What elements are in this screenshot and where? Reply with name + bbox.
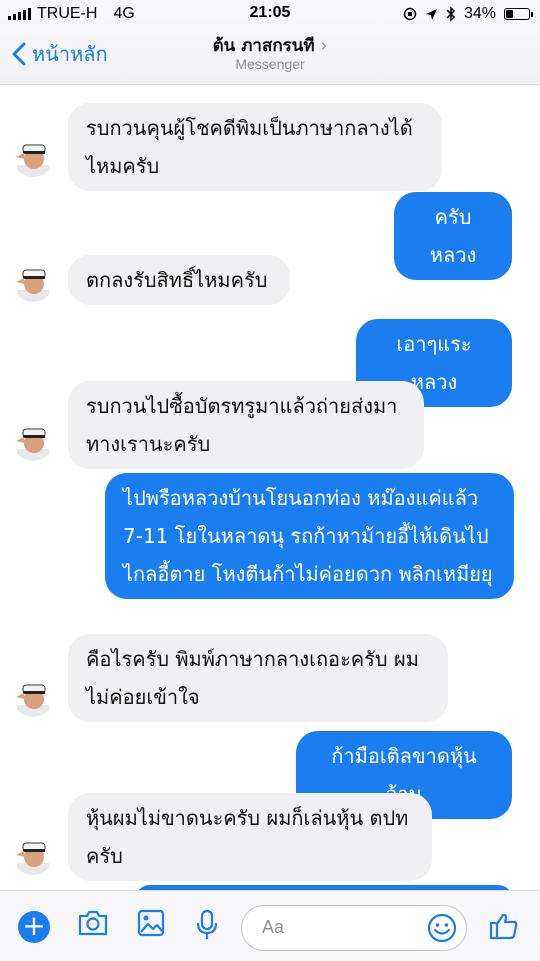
- plus-icon: +: [22, 909, 46, 942]
- avatar-icon: [16, 842, 49, 875]
- message-incoming[interactable]: คือไรครับ พิมพ์ภาษากลางเถอะครับ ผมไม่ค่อ…: [68, 634, 448, 722]
- bluetooth-icon: [446, 6, 456, 22]
- camera-icon[interactable]: [77, 909, 109, 937]
- avatar-icon: [16, 428, 49, 461]
- message-incoming[interactable]: รบกวนคุนผู้โชคดีพิมเป็นภาษากลางได้ไหมครั…: [68, 103, 442, 191]
- avatar-icon: [16, 269, 49, 302]
- battery-percent: 34%: [463, 5, 496, 22]
- avatar-icon: [16, 684, 49, 717]
- input-placeholder: Aa: [262, 917, 285, 937]
- top-bar: TRUE-H 4G 21:05 34% หน้าหลัก ต้น ภาสกรนท…: [0, 0, 540, 85]
- message-incoming[interactable]: ตกลงรับสิทธิ์ไหมครับ: [68, 255, 290, 305]
- avatar[interactable]: [12, 833, 54, 875]
- emoji-icon[interactable]: [426, 912, 458, 944]
- status-bar: TRUE-H 4G 21:05 34%: [0, 0, 540, 30]
- location-icon: [425, 8, 437, 20]
- like-thumb-icon[interactable]: [489, 911, 519, 941]
- message-input[interactable]: Aa: [241, 905, 467, 951]
- composer-bar: + Aa: [0, 890, 540, 961]
- plus-button[interactable]: +: [18, 911, 50, 943]
- conversation-subtitle: Messenger: [235, 56, 305, 72]
- message-incoming[interactable]: หุ้นผมไม่ขาดนะครับ ผมก็เล่นหุ้น ตปทครับ: [68, 793, 432, 881]
- avatar[interactable]: [12, 260, 54, 302]
- battery-icon: [504, 8, 533, 20]
- contact-name: ต้น ภาสกรนที: [212, 36, 315, 56]
- conversation-title[interactable]: ต้น ภาสกรนที ›: [0, 32, 540, 59]
- chevron-right-icon: ›: [320, 36, 328, 56]
- message-outgoing[interactable]: ไปพรือหลวงบ้านโยนอกท่อง หม๊องแค่แล้ว 7-1…: [105, 473, 514, 599]
- avatar[interactable]: [12, 135, 54, 177]
- avatar[interactable]: [12, 419, 54, 461]
- rotation-lock-icon: [403, 7, 417, 21]
- message-outgoing[interactable]: ครับหลวง: [394, 192, 512, 280]
- avatar[interactable]: [12, 675, 54, 717]
- microphone-icon[interactable]: [196, 909, 218, 941]
- gallery-icon[interactable]: [137, 909, 165, 937]
- message-list[interactable]: รบกวนคุนผู้โชคดีพิมเป็นภาษากลางได้ไหมครั…: [0, 85, 540, 890]
- avatar-icon: [16, 144, 49, 177]
- message-incoming[interactable]: รบกวนไปซื้อบัตรทรูมาแล้วถ่ายส่งมาทางเราน…: [68, 381, 424, 469]
